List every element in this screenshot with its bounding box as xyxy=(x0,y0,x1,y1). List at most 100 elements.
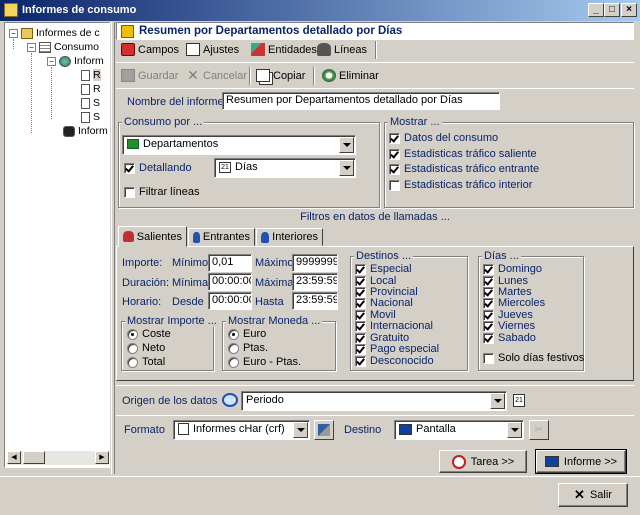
report-name-input[interactable]: Resumen por Departamentos detallado por … xyxy=(222,92,500,110)
mostrar-datos-checkbox[interactable]: Datos del consumo xyxy=(389,132,498,144)
scroll-right-icon[interactable]: ▶ xyxy=(95,451,109,464)
detallando-checkbox[interactable]: Detallando xyxy=(124,162,192,174)
checkbox-box[interactable] xyxy=(483,352,494,364)
scroll-thumb[interactable] xyxy=(23,451,45,464)
tab-interiores[interactable]: Interiores xyxy=(256,228,323,246)
horario-max-input[interactable]: 23:59:59 xyxy=(292,292,338,310)
radio-dot[interactable] xyxy=(228,342,239,354)
checkbox-box[interactable] xyxy=(389,163,400,175)
duracion-min-input[interactable]: 00:00:00 xyxy=(208,273,252,291)
checkbox-box[interactable] xyxy=(389,148,400,160)
mostrar-saliente-checkbox[interactable]: Estadisticas tráfico saliente xyxy=(389,148,537,160)
checkbox-box[interactable] xyxy=(355,286,366,298)
dia-miercoles-checkbox[interactable]: Miercoles xyxy=(483,297,545,309)
importe-neto-radio[interactable]: Neto xyxy=(127,342,165,354)
importe-max-input[interactable]: 9999999, xyxy=(292,254,338,272)
tree-node-report[interactable]: S xyxy=(81,97,100,109)
scroll-left-icon[interactable]: ◀ xyxy=(7,451,21,464)
destino-pago-especial-checkbox[interactable]: Pago especial xyxy=(355,343,439,355)
checkbox-box[interactable] xyxy=(355,343,366,355)
maximize-button[interactable]: □ xyxy=(604,3,620,17)
campos-button[interactable]: Campos xyxy=(121,43,179,56)
filtrar-lineas-box[interactable] xyxy=(124,186,135,198)
origen-select[interactable]: Periodo xyxy=(241,391,507,411)
dia-sabado-checkbox[interactable]: Sabado xyxy=(483,332,536,344)
tree-node-report[interactable]: R xyxy=(81,83,101,95)
radio-dot[interactable] xyxy=(228,356,239,368)
copiar-button[interactable]: Copiar xyxy=(256,69,305,82)
tree-node-inform-phone[interactable]: Inform xyxy=(63,125,108,137)
checkbox-box[interactable] xyxy=(483,309,494,321)
tree-node-inform[interactable]: − Inform xyxy=(47,55,104,67)
collapse-icon[interactable]: − xyxy=(27,42,36,52)
tree-horizontal-scrollbar[interactable]: ◀ ▶ xyxy=(7,451,109,465)
destino-internacional-checkbox[interactable]: Internacional xyxy=(355,320,433,332)
chevron-down-icon[interactable] xyxy=(507,422,522,438)
checkbox-box[interactable] xyxy=(389,179,400,191)
checkbox-box[interactable] xyxy=(355,275,366,287)
mostrar-entrante-checkbox[interactable]: Estadisticas tráfico entrante xyxy=(389,163,539,175)
window-title-bar[interactable]: Informes de consumo _ □ × xyxy=(0,0,640,21)
radio-dot[interactable] xyxy=(127,342,138,354)
tree-node-consumo[interactable]: − Consumo xyxy=(27,41,99,53)
calendar-icon[interactable]: 21 xyxy=(513,394,525,407)
checkbox-box[interactable] xyxy=(483,320,494,332)
destino-nacional-checkbox[interactable]: Nacional xyxy=(355,297,413,309)
chevron-down-icon[interactable] xyxy=(293,422,308,438)
tree-node-report[interactable]: R xyxy=(81,69,101,81)
chevron-down-icon[interactable] xyxy=(490,393,505,409)
moneda-euro-radio[interactable]: Euro xyxy=(228,328,266,340)
tab-salientes[interactable]: Salientes xyxy=(118,226,187,247)
collapse-icon[interactable]: − xyxy=(9,28,18,38)
filtrar-lineas-checkbox[interactable]: Filtrar líneas xyxy=(124,186,200,198)
minimize-button[interactable]: _ xyxy=(588,3,604,17)
collapse-icon[interactable]: − xyxy=(47,56,56,66)
checkbox-box[interactable] xyxy=(483,332,494,344)
importe-coste-radio[interactable]: Coste xyxy=(127,328,171,340)
importe-min-input[interactable]: 0,01 xyxy=(208,254,252,272)
dia-domingo-checkbox[interactable]: Domingo xyxy=(483,263,542,275)
chevron-down-icon[interactable] xyxy=(339,137,354,153)
destino-desconocido-checkbox[interactable]: Desconocido xyxy=(355,355,434,367)
eliminar-button[interactable]: Eliminar xyxy=(322,69,379,82)
importe-total-radio[interactable]: Total xyxy=(127,356,165,368)
mostrar-interior-checkbox[interactable]: Estadisticas tráfico interior xyxy=(389,179,532,191)
tab-entrantes[interactable]: Entrantes xyxy=(188,228,255,246)
checkbox-box[interactable] xyxy=(355,297,366,309)
tree-node-root[interactable]: − Informes de c xyxy=(9,27,100,39)
salir-button[interactable]: ✕ Salir xyxy=(558,483,628,507)
formato-select[interactable]: Informes cHar (crf) xyxy=(173,420,310,440)
solo-festivos-checkbox[interactable]: Solo días festivos xyxy=(483,352,584,364)
report-tree[interactable]: − Informes de c − Consumo − Inform R R S… xyxy=(4,22,110,468)
ajustes-button[interactable]: Ajustes xyxy=(186,43,239,56)
checkbox-box[interactable] xyxy=(355,320,366,332)
informe-button[interactable]: Informe >> xyxy=(535,449,627,474)
checkbox-box[interactable] xyxy=(355,332,366,344)
destino-config-button[interactable]: ✂ xyxy=(529,420,549,440)
cancelar-button[interactable]: ✕ Cancelar xyxy=(186,68,247,82)
guardar-button[interactable]: Guardar xyxy=(121,69,178,82)
destino-select[interactable]: Pantalla xyxy=(394,420,524,440)
destino-especial-checkbox[interactable]: Especial xyxy=(355,263,412,275)
checkbox-box[interactable] xyxy=(483,286,494,298)
duracion-max-input[interactable]: 23:59:59 xyxy=(292,273,338,291)
chevron-down-icon[interactable] xyxy=(339,160,354,176)
radio-dot[interactable] xyxy=(228,328,239,340)
checkbox-box[interactable] xyxy=(483,297,494,309)
consumo-por-select[interactable]: Departamentos xyxy=(122,135,356,155)
detallando-select[interactable]: 21 Días xyxy=(214,158,356,178)
moneda-ptas-radio[interactable]: Ptas. xyxy=(228,342,268,354)
entidades-button[interactable]: Entidades xyxy=(251,43,317,56)
lineas-button[interactable]: Líneas xyxy=(317,43,367,56)
radio-dot[interactable] xyxy=(127,356,138,368)
radio-dot[interactable] xyxy=(127,328,138,340)
checkbox-box[interactable] xyxy=(389,132,400,144)
splitter[interactable] xyxy=(111,22,115,474)
tarea-button[interactable]: Tarea >> xyxy=(439,450,527,473)
checkbox-box[interactable] xyxy=(355,263,366,275)
checkbox-box[interactable] xyxy=(355,355,366,367)
checkbox-box[interactable] xyxy=(483,263,494,275)
close-button[interactable]: × xyxy=(621,3,637,17)
checkbox-box[interactable] xyxy=(483,275,494,287)
checkbox-box[interactable] xyxy=(355,309,366,321)
